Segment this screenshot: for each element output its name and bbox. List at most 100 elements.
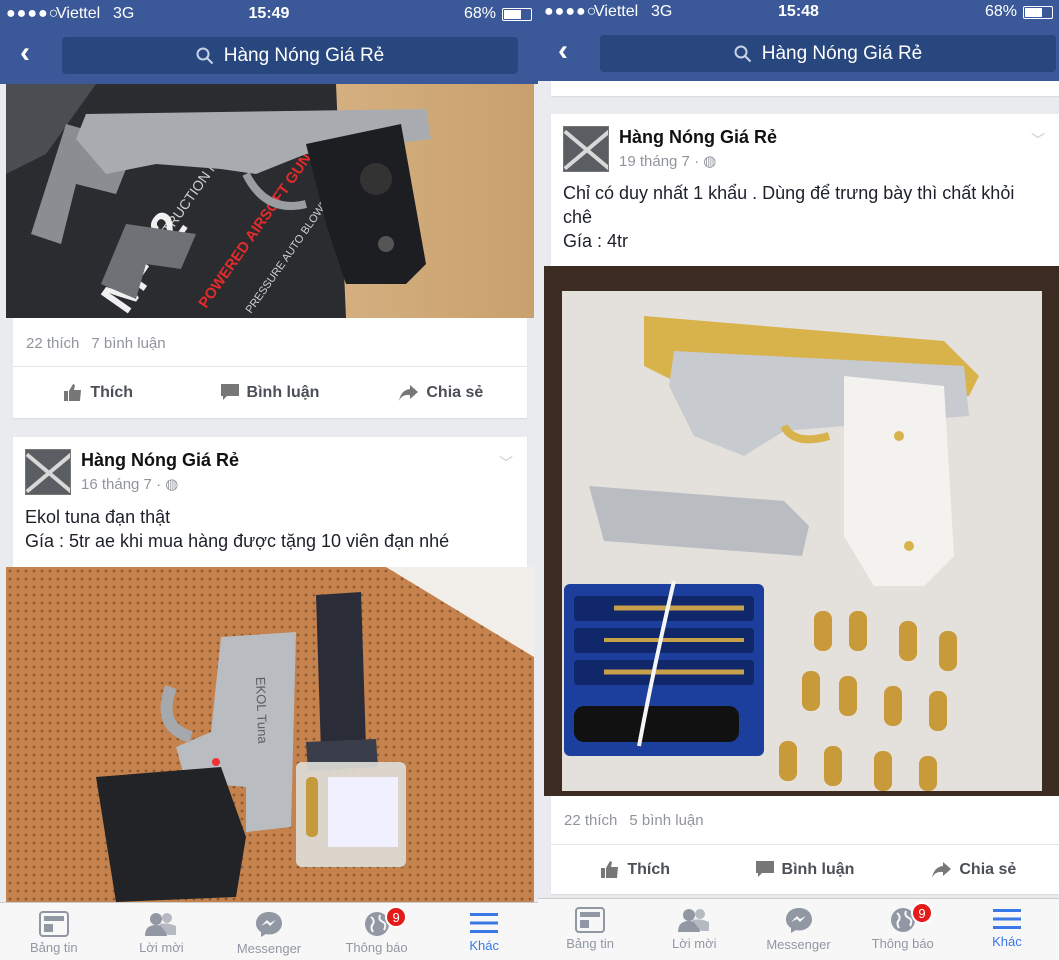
tab-label: Lời mời	[672, 936, 717, 951]
like-button[interactable]: Thích	[551, 845, 720, 894]
globe-small-icon: ◍	[703, 153, 717, 170]
page-avatar[interactable]	[563, 126, 609, 172]
post-meta: 19 tháng 7 · ◍	[619, 152, 777, 170]
tab-news-feed[interactable]: Bảng tin	[0, 903, 108, 960]
post-actions: Thích Bình luận Chia sẻ	[13, 366, 527, 418]
post-footer: 22 thích 7 bình luận Thích Bình luận Chi…	[13, 318, 527, 418]
page-name[interactable]: Hàng Nóng Giá Rẻ	[81, 450, 239, 471]
tab-label: Messenger	[766, 937, 831, 952]
menu-icon	[992, 909, 1021, 929]
gun-engraving-text: EKOL Tuna	[253, 677, 270, 745]
news-feed-icon	[38, 911, 69, 937]
comment-button[interactable]: Bình luận	[720, 845, 889, 894]
photo-pistol-case	[544, 266, 1059, 796]
post-photo-pistol-case[interactable]	[544, 266, 1059, 796]
back-icon[interactable]: ‹	[20, 38, 30, 68]
right-screenshot: ●●●●○ Viettel 3G 15:48 68% ‹ Hàng Nóng G…	[538, 0, 1059, 960]
left-screenshot: ●●●●○ Viettel 3G 15:49 68% ‹ Hàng Nóng G…	[0, 0, 538, 960]
post-header: Hàng Nóng Giá Rẻ 16 tháng 7 · ◍	[25, 449, 239, 495]
search-bar[interactable]: Hàng Nóng Giá Rẻ	[62, 37, 518, 74]
tab-messenger[interactable]: Messenger	[215, 903, 323, 960]
battery-icon	[1023, 5, 1053, 19]
tab-notifications[interactable]: Thông báo 9	[323, 903, 431, 960]
post-text-line: chê	[563, 207, 593, 227]
post-date[interactable]: 16 tháng 7 ·	[81, 476, 161, 493]
post-text-line: Chỉ có duy nhất 1 khẩu . Dùng để trưng b…	[563, 183, 1015, 203]
post-card: Hàng Nóng Giá Rẻ 19 tháng 7 · ◍ ﹀ Chỉ có…	[551, 114, 1059, 266]
post-stats: 22 thích 5 bình luận	[564, 812, 704, 829]
battery-percent: 68%	[984, 3, 1017, 20]
page-avatar[interactable]	[25, 449, 71, 495]
tab-label: Messenger	[236, 941, 302, 956]
post-text: Ekol tuna đạn thật Gía : 5tr ae khi mua …	[25, 505, 449, 553]
tab-friend-requests[interactable]: Lời mời	[108, 903, 216, 960]
share-icon	[932, 861, 952, 878]
like-count[interactable]: 22 thích	[26, 335, 79, 352]
messenger-icon	[255, 912, 282, 937]
tab-messenger[interactable]: Messenger	[746, 899, 850, 960]
clock: 15:49	[248, 5, 290, 22]
tab-label: Thông báo	[345, 940, 408, 955]
tab-label: Thông báo	[871, 936, 934, 951]
like-label: Thích	[627, 860, 670, 878]
tab-more[interactable]: Khác	[430, 903, 538, 960]
battery-percent: 68%	[463, 5, 496, 22]
tab-friend-requests[interactable]: Lời mời	[642, 899, 746, 960]
battery: 68%	[985, 3, 1053, 21]
chevron-down-icon[interactable]: ﹀	[1031, 130, 1045, 150]
comment-count[interactable]: 5 bình luận	[629, 812, 703, 829]
post-footer: 22 thích 5 bình luận Thích Bình luận Chi…	[551, 796, 1059, 894]
status-bar: ●●●●○ Viettel 3G 15:48 68%	[538, 0, 1059, 26]
thumbs-up-icon	[601, 861, 619, 878]
comment-button[interactable]: Bình luận	[184, 367, 355, 418]
post-actions: Thích Bình luận Chia sẻ	[551, 844, 1059, 894]
photo-airsoft-box: INSTRUCTION MANUAL POWERED AIRSOFT GUN P…	[6, 84, 534, 318]
post-text-line: Ekol tuna đạn thật	[25, 507, 171, 527]
post-header: Hàng Nóng Giá Rẻ 19 tháng 7 · ◍	[563, 126, 777, 172]
comment-label: Bình luận	[781, 860, 855, 878]
tab-label: Khác	[992, 934, 1022, 949]
share-label: Chia sẻ	[426, 383, 484, 401]
messenger-icon	[785, 908, 812, 933]
page-name[interactable]: Hàng Nóng Giá Rẻ	[619, 127, 777, 148]
tab-notifications[interactable]: Thông báo 9	[851, 899, 955, 960]
like-label: Thích	[90, 383, 133, 401]
status-bar: ●●●●○ Viettel 3G 15:49 68%	[0, 0, 538, 28]
friend-requests-icon	[145, 913, 177, 936]
back-icon[interactable]: ‹	[558, 36, 568, 66]
post-text: Chỉ có duy nhất 1 khẩu . Dùng để trưng b…	[563, 181, 1014, 253]
post-date[interactable]: 19 tháng 7 ·	[619, 153, 699, 170]
tab-more[interactable]: Khác	[955, 899, 1059, 960]
like-count[interactable]: 22 thích	[564, 812, 617, 829]
post-text-line: Gía : 4tr	[563, 231, 629, 251]
post-photo-ekol-tuna[interactable]: EKOL Tuna	[6, 567, 534, 902]
comment-count[interactable]: 7 bình luận	[91, 335, 165, 352]
post-stats: 22 thích 7 bình luận	[26, 335, 166, 352]
notification-badge: 9	[385, 906, 408, 928]
battery-icon	[502, 7, 532, 21]
share-button[interactable]: Chia sẻ	[890, 845, 1059, 894]
post-text-line: Gía : 5tr ae khi mua hàng được tặng 10 v…	[25, 531, 450, 551]
search-text: Hàng Nóng Giá Rẻ	[761, 42, 923, 64]
tab-label: Bảng tin	[29, 940, 78, 955]
post-photo-airsoft-box[interactable]: INSTRUCTION MANUAL POWERED AIRSOFT GUN P…	[6, 84, 534, 318]
search-bar[interactable]: Hàng Nóng Giá Rẻ	[600, 35, 1056, 72]
tab-bar: Bảng tin Lời mời Messenger Thông báo 9 K…	[0, 902, 538, 960]
menu-icon	[470, 913, 499, 933]
globe-small-icon: ◍	[165, 476, 179, 493]
share-label: Chia sẻ	[959, 860, 1017, 878]
comment-icon	[755, 861, 774, 877]
post-meta: 16 tháng 7 · ◍	[81, 475, 239, 493]
comment-label: Bình luận	[246, 383, 320, 401]
thumbs-up-icon	[64, 384, 82, 401]
friend-requests-icon	[678, 909, 710, 932]
chevron-down-icon[interactable]: ﹀	[499, 453, 513, 473]
like-button[interactable]: Thích	[13, 367, 184, 418]
tab-label: Khác	[469, 938, 499, 953]
post-card: Hàng Nóng Giá Rẻ 16 tháng 7 · ◍ ﹀ Ekol t…	[13, 437, 527, 567]
nav-bar: ‹ Hàng Nóng Giá Rẻ	[538, 26, 1059, 81]
search-icon	[196, 47, 213, 64]
previous-post-edge	[551, 81, 1059, 96]
share-button[interactable]: Chia sẻ	[356, 367, 527, 418]
tab-news-feed[interactable]: Bảng tin	[538, 899, 642, 960]
